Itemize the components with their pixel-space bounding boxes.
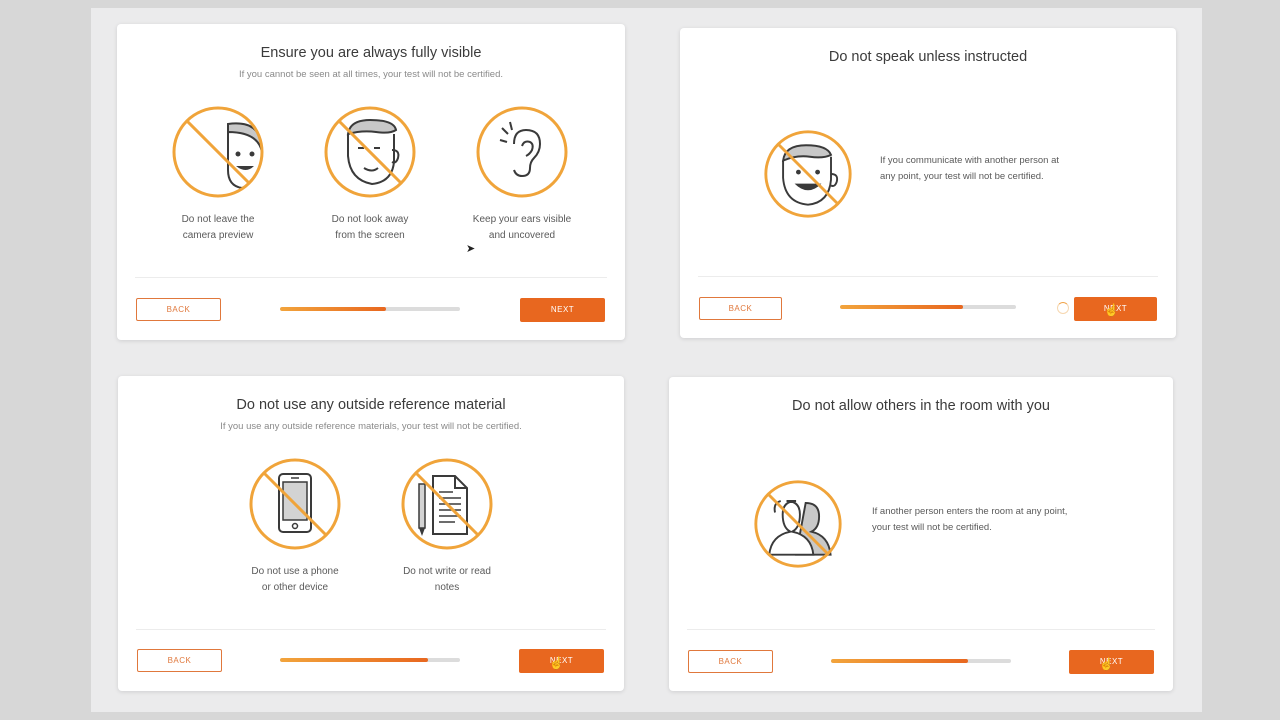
card-subtitle: If you use any outside reference materia…: [220, 421, 522, 432]
card-title: Ensure you are always fully visible: [260, 45, 482, 61]
item-no-notes: Do not write or read notes: [382, 456, 512, 596]
progress-bar: [840, 305, 1016, 309]
card-fully-visible: Ensure you are always fully visible If y…: [117, 24, 625, 340]
card-title: Do not use any outside reference materia…: [236, 397, 506, 413]
progress-fill: [840, 305, 964, 309]
progress-fill: [280, 658, 428, 662]
hand-cursor-icon: ☝: [549, 656, 564, 670]
no-others-icon: [754, 480, 842, 568]
back-button[interactable]: BACK: [136, 298, 221, 321]
progress-fill: [280, 307, 387, 311]
divider: [687, 629, 1155, 630]
back-button[interactable]: BACK: [688, 650, 773, 673]
item-no-phone: Do not use a phone or other device: [230, 456, 360, 596]
loading-spinner-icon: [1057, 302, 1069, 314]
item-caption: Do not look away from the screen: [331, 214, 409, 241]
item-look-away: Do not look away from the screen: [305, 104, 435, 244]
no-phone-icon: [249, 458, 341, 550]
back-button[interactable]: BACK: [699, 297, 782, 320]
info-text: If you communicate with another person a…: [880, 155, 1060, 182]
divider: [135, 277, 607, 278]
divider: [698, 276, 1158, 277]
item-caption: Keep your ears visible and uncovered: [472, 214, 572, 241]
progress-bar: [280, 307, 460, 311]
card-no-speaking: Do not speak unless instructed If you co…: [680, 28, 1176, 338]
progress-bar: [831, 659, 1011, 663]
next-button[interactable]: NEXT: [520, 298, 605, 322]
leave-camera-icon: [172, 106, 264, 198]
item-ears-visible: Keep your ears visible and uncovered: [457, 104, 587, 244]
item-leave-camera: Do not leave the camera preview: [153, 104, 283, 244]
hand-cursor-icon: ☝: [1099, 657, 1114, 671]
ear-icon: [476, 106, 568, 198]
card-no-others: Do not allow others in the room with you…: [669, 377, 1173, 691]
info-text: If another person enters the room at any…: [872, 506, 1068, 533]
progress-bar: [280, 658, 460, 662]
divider: [136, 629, 606, 630]
card-no-reference: Do not use any outside reference materia…: [118, 376, 624, 691]
card-title: Do not speak unless instructed: [828, 49, 1028, 65]
card-subtitle: If you cannot be seen at all times, your…: [238, 69, 504, 80]
hand-cursor-icon: ☝: [1104, 303, 1119, 317]
back-button[interactable]: BACK: [137, 649, 222, 672]
look-away-icon: [324, 106, 416, 198]
progress-fill: [831, 659, 968, 663]
item-caption: Do not leave the camera preview: [181, 214, 255, 241]
item-caption: Do not write or read notes: [403, 566, 491, 593]
item-caption: Do not use a phone or other device: [251, 566, 339, 593]
no-notes-icon: [401, 458, 493, 550]
no-speaking-icon: [764, 130, 852, 218]
arrow-cursor-icon: ➤: [466, 243, 476, 255]
card-title: Do not allow others in the room with you: [792, 398, 1050, 414]
